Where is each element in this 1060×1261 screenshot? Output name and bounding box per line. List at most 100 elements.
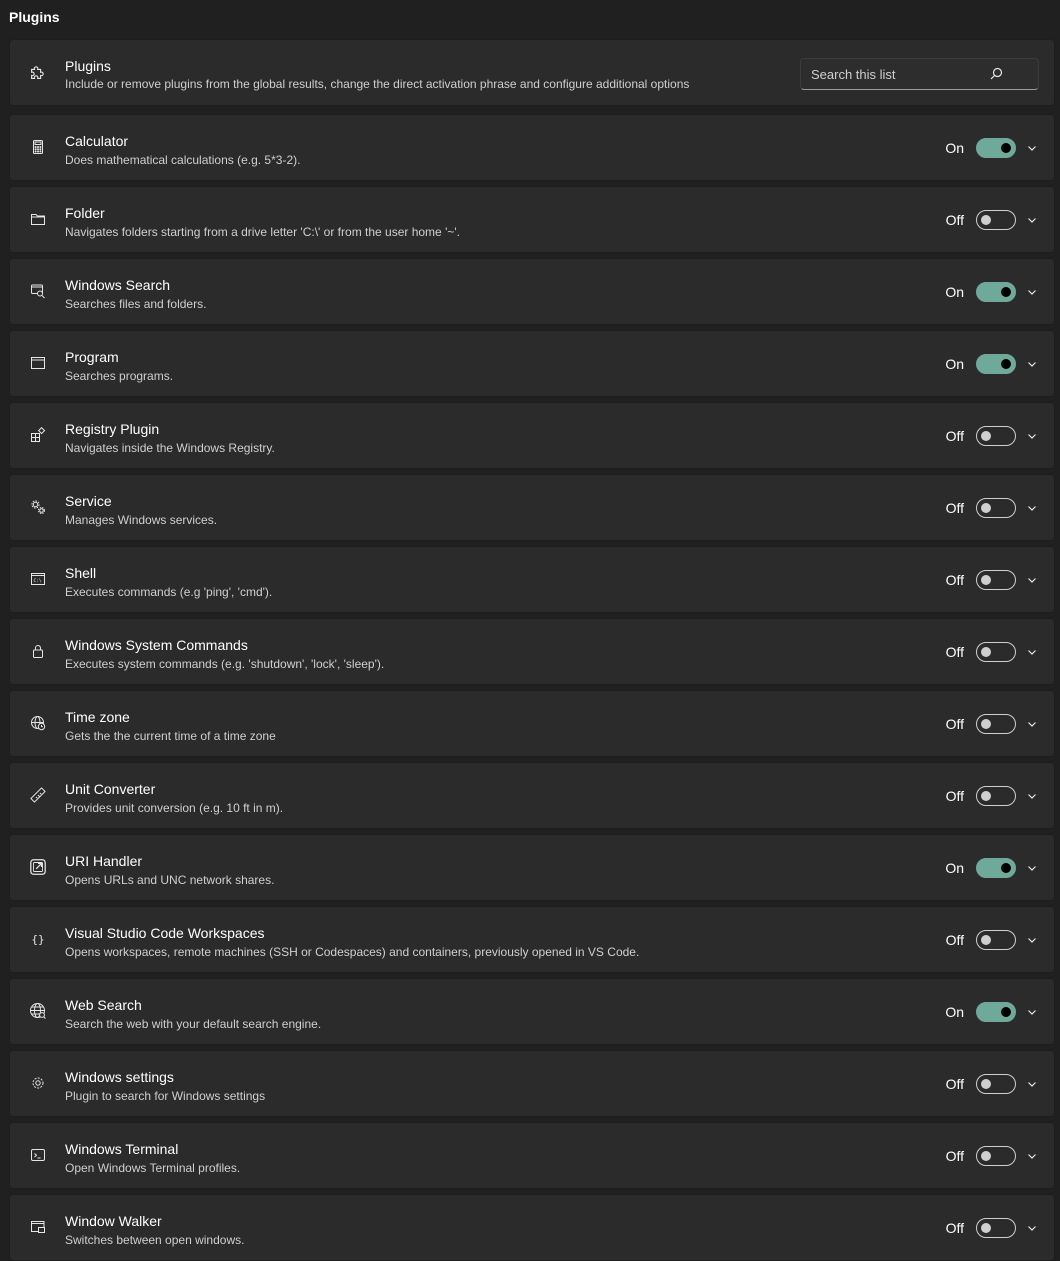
chevron-down-icon[interactable] (1026, 141, 1038, 153)
chevron-down-icon[interactable] (1026, 861, 1038, 873)
plugin-description: Searches files and folders. (65, 297, 207, 311)
plugin-state-label: On (945, 284, 964, 300)
plugin-description: Switches between open windows. (65, 1233, 245, 1247)
chevron-down-icon[interactable] (1026, 1149, 1038, 1161)
chevron-down-icon[interactable] (1026, 213, 1038, 225)
web-globe-icon (29, 1002, 47, 1020)
section-title: Plugins (9, 9, 60, 25)
plugin-toggle-shell[interactable] (976, 570, 1016, 590)
lock-icon (29, 642, 47, 660)
plugin-toggle-unit-converter[interactable] (976, 786, 1016, 806)
chevron-down-icon[interactable] (1026, 645, 1038, 657)
chevron-down-icon[interactable] (1026, 501, 1038, 513)
plugin-card-folder[interactable]: Folder Navigates folders starting from a … (9, 186, 1055, 253)
chevron-down-icon[interactable] (1026, 1221, 1038, 1233)
toggle-knob (981, 575, 991, 585)
plugin-toggle-windows-system-commands[interactable] (976, 642, 1016, 662)
plugin-title: Service (65, 493, 112, 509)
program-window-icon (29, 354, 47, 372)
chevron-down-icon[interactable] (1026, 357, 1038, 369)
puzzle-icon (28, 64, 46, 82)
chevron-down-icon[interactable] (1026, 789, 1038, 801)
windows-search-icon (29, 282, 47, 300)
plugin-card-visual-studio-code-workspaces[interactable]: {} Visual Studio Code Workspaces Opens wor… (9, 906, 1055, 973)
plugin-card-windows-terminal[interactable]: Windows Terminal Open Windows Terminal pr… (9, 1122, 1055, 1189)
plugin-card-web-search[interactable]: Web Search Search the web with your defau… (9, 978, 1055, 1045)
plugin-card-service[interactable]: Service Manages Windows services. Off (9, 474, 1055, 541)
toggle-knob (981, 1079, 991, 1089)
calculator-icon (29, 138, 47, 156)
plugin-title: Windows Terminal (65, 1141, 179, 1157)
plugin-description: Navigates inside the Windows Registry. (65, 441, 275, 455)
toggle-knob (981, 1151, 991, 1161)
plugin-description: Open Windows Terminal profiles. (65, 1161, 241, 1175)
plugin-toggle-registry-plugin[interactable] (976, 426, 1016, 446)
chevron-down-icon[interactable] (1026, 285, 1038, 297)
chevron-down-icon[interactable] (1026, 1077, 1038, 1089)
plugin-state-label: Off (945, 932, 964, 948)
terminal-icon (29, 1146, 47, 1164)
plugin-state-label: Off (945, 500, 964, 516)
plugin-toggle-service[interactable] (976, 498, 1016, 518)
plugin-title: Folder (65, 205, 105, 221)
toggle-knob (981, 431, 991, 441)
plugin-card-uri-handler[interactable]: URI Handler Opens URLs and UNC network sh… (9, 834, 1055, 901)
plugin-title: Windows settings (65, 1069, 174, 1085)
plugin-card-windows-search[interactable]: Windows Search Searches files and folders… (9, 258, 1055, 325)
plugin-state-label: Off (945, 788, 964, 804)
shell-icon: C:\ (29, 570, 47, 588)
toggle-knob (981, 1223, 991, 1233)
search-icon[interactable] (988, 66, 1004, 82)
plugin-title: Unit Converter (65, 781, 156, 797)
plugin-state-label: Off (945, 644, 964, 660)
plugin-card-windows-system-commands[interactable]: Windows System Commands Executes system c… (9, 618, 1055, 685)
plugin-title: Registry Plugin (65, 421, 160, 437)
chevron-down-icon[interactable] (1026, 1005, 1038, 1017)
plugin-title: Time zone (65, 709, 130, 725)
plugin-toggle-uri-handler[interactable] (976, 858, 1016, 878)
plugin-card-windows-settings[interactable]: Windows settings Plugin to search for Win… (9, 1050, 1055, 1117)
plugin-toggle-folder[interactable] (976, 210, 1016, 230)
plugin-title: Web Search (65, 997, 142, 1013)
plugin-toggle-windows-settings[interactable] (976, 1074, 1016, 1094)
plugin-title: Windows Search (65, 277, 171, 293)
plugin-toggle-windows-search[interactable] (976, 282, 1016, 302)
plugin-state-label: Off (945, 428, 964, 444)
plugin-title: Shell (65, 565, 97, 581)
plugin-card-shell[interactable]: C:\ Shell Executes commands (e.g 'ping', '… (9, 546, 1055, 613)
plugin-card-unit-converter[interactable]: Unit Converter Provides unit conversion (… (9, 762, 1055, 829)
window-walker-icon (29, 1218, 47, 1236)
plugin-card-program[interactable]: Program Searches programs. On (9, 330, 1055, 397)
plugin-card-window-walker[interactable]: Window Walker Switches between open windo… (9, 1194, 1055, 1261)
toggle-knob (1001, 863, 1011, 873)
toggle-knob (1001, 287, 1011, 297)
service-gears-icon (29, 498, 47, 516)
registry-icon (29, 426, 47, 444)
chevron-down-icon[interactable] (1026, 573, 1038, 585)
plugin-toggle-window-walker[interactable] (976, 1218, 1016, 1238)
ruler-icon (29, 786, 47, 804)
chevron-down-icon[interactable] (1026, 717, 1038, 729)
toggle-knob (981, 647, 991, 657)
toggle-knob (981, 503, 991, 513)
plugin-toggle-time-zone[interactable] (976, 714, 1016, 734)
plugin-toggle-web-search[interactable] (976, 1002, 1016, 1022)
chevron-down-icon[interactable] (1026, 933, 1038, 945)
plugin-toggle-visual-studio-code-workspaces[interactable] (976, 930, 1016, 950)
plugin-card-calculator[interactable]: Calculator Does mathematical calculations… (9, 114, 1055, 181)
plugin-state-label: Off (945, 572, 964, 588)
plugin-description: Opens workspaces, remote machines (SSH o… (65, 945, 640, 959)
plugin-description: Manages Windows services. (65, 513, 218, 527)
chevron-down-icon[interactable] (1026, 429, 1038, 441)
plugin-state-label: On (945, 1004, 964, 1020)
plugins-header-card: Plugins Include or remove plugins from t… (9, 39, 1055, 106)
plugin-title: Calculator (65, 133, 129, 149)
plugin-card-time-zone[interactable]: Time zone Gets the the current time of a … (9, 690, 1055, 757)
plugin-card-registry-plugin[interactable]: Registry Plugin Navigates inside the Wind… (9, 402, 1055, 469)
plugins-header-title: Plugins (65, 58, 111, 74)
plugin-title: Visual Studio Code Workspaces (65, 925, 265, 941)
plugin-toggle-program[interactable] (976, 354, 1016, 374)
plugin-toggle-calculator[interactable] (976, 138, 1016, 158)
plugin-description: Searches programs. (65, 369, 174, 383)
plugin-toggle-windows-terminal[interactable] (976, 1146, 1016, 1166)
